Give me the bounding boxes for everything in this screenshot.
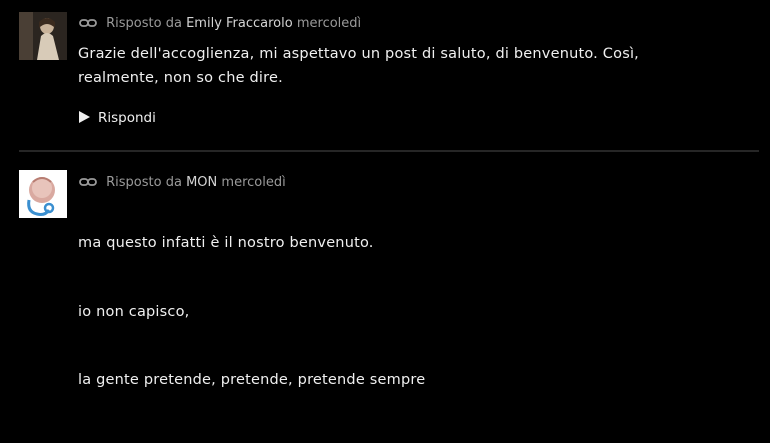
author-name[interactable]: Emily Fraccarolo	[186, 16, 293, 31]
comment-reply: Risposto da Emily Fraccarolo mercoledì G…	[0, 0, 770, 150]
divider	[19, 150, 759, 152]
comment-paragraph: ma questo infatti è il nostro benvenuto.	[78, 235, 374, 251]
triangle-right-icon	[79, 111, 90, 123]
meta-prefix: Risposto da	[106, 16, 182, 31]
reply-meta: Risposto da Emily Fraccarolo mercoledì	[79, 16, 361, 32]
comment-reply: Risposto da MON mercoledì ma questo infa…	[0, 160, 770, 443]
avatar[interactable]	[19, 170, 67, 218]
avatar-image	[19, 170, 67, 218]
reply-button[interactable]: Rispondi	[79, 110, 156, 126]
meta-prefix: Risposto da	[106, 175, 182, 190]
link-icon[interactable]	[79, 177, 97, 187]
link-icon[interactable]	[79, 18, 97, 28]
comment-paragraph: la gente pretende, pretende, pretende se…	[78, 372, 426, 388]
reply-meta: Risposto da MON mercoledì	[79, 175, 286, 191]
avatar-image	[19, 12, 67, 60]
avatar[interactable]	[19, 12, 67, 60]
reply-date: mercoledì	[221, 175, 286, 190]
author-name[interactable]: MON	[186, 175, 217, 190]
comment-text: Grazie dell'accoglienza, mi aspettavo un…	[78, 46, 639, 86]
reply-date: mercoledì	[296, 16, 362, 31]
comment-paragraph: io non capisco,	[78, 304, 190, 320]
reply-button-label: Rispondi	[98, 110, 156, 126]
